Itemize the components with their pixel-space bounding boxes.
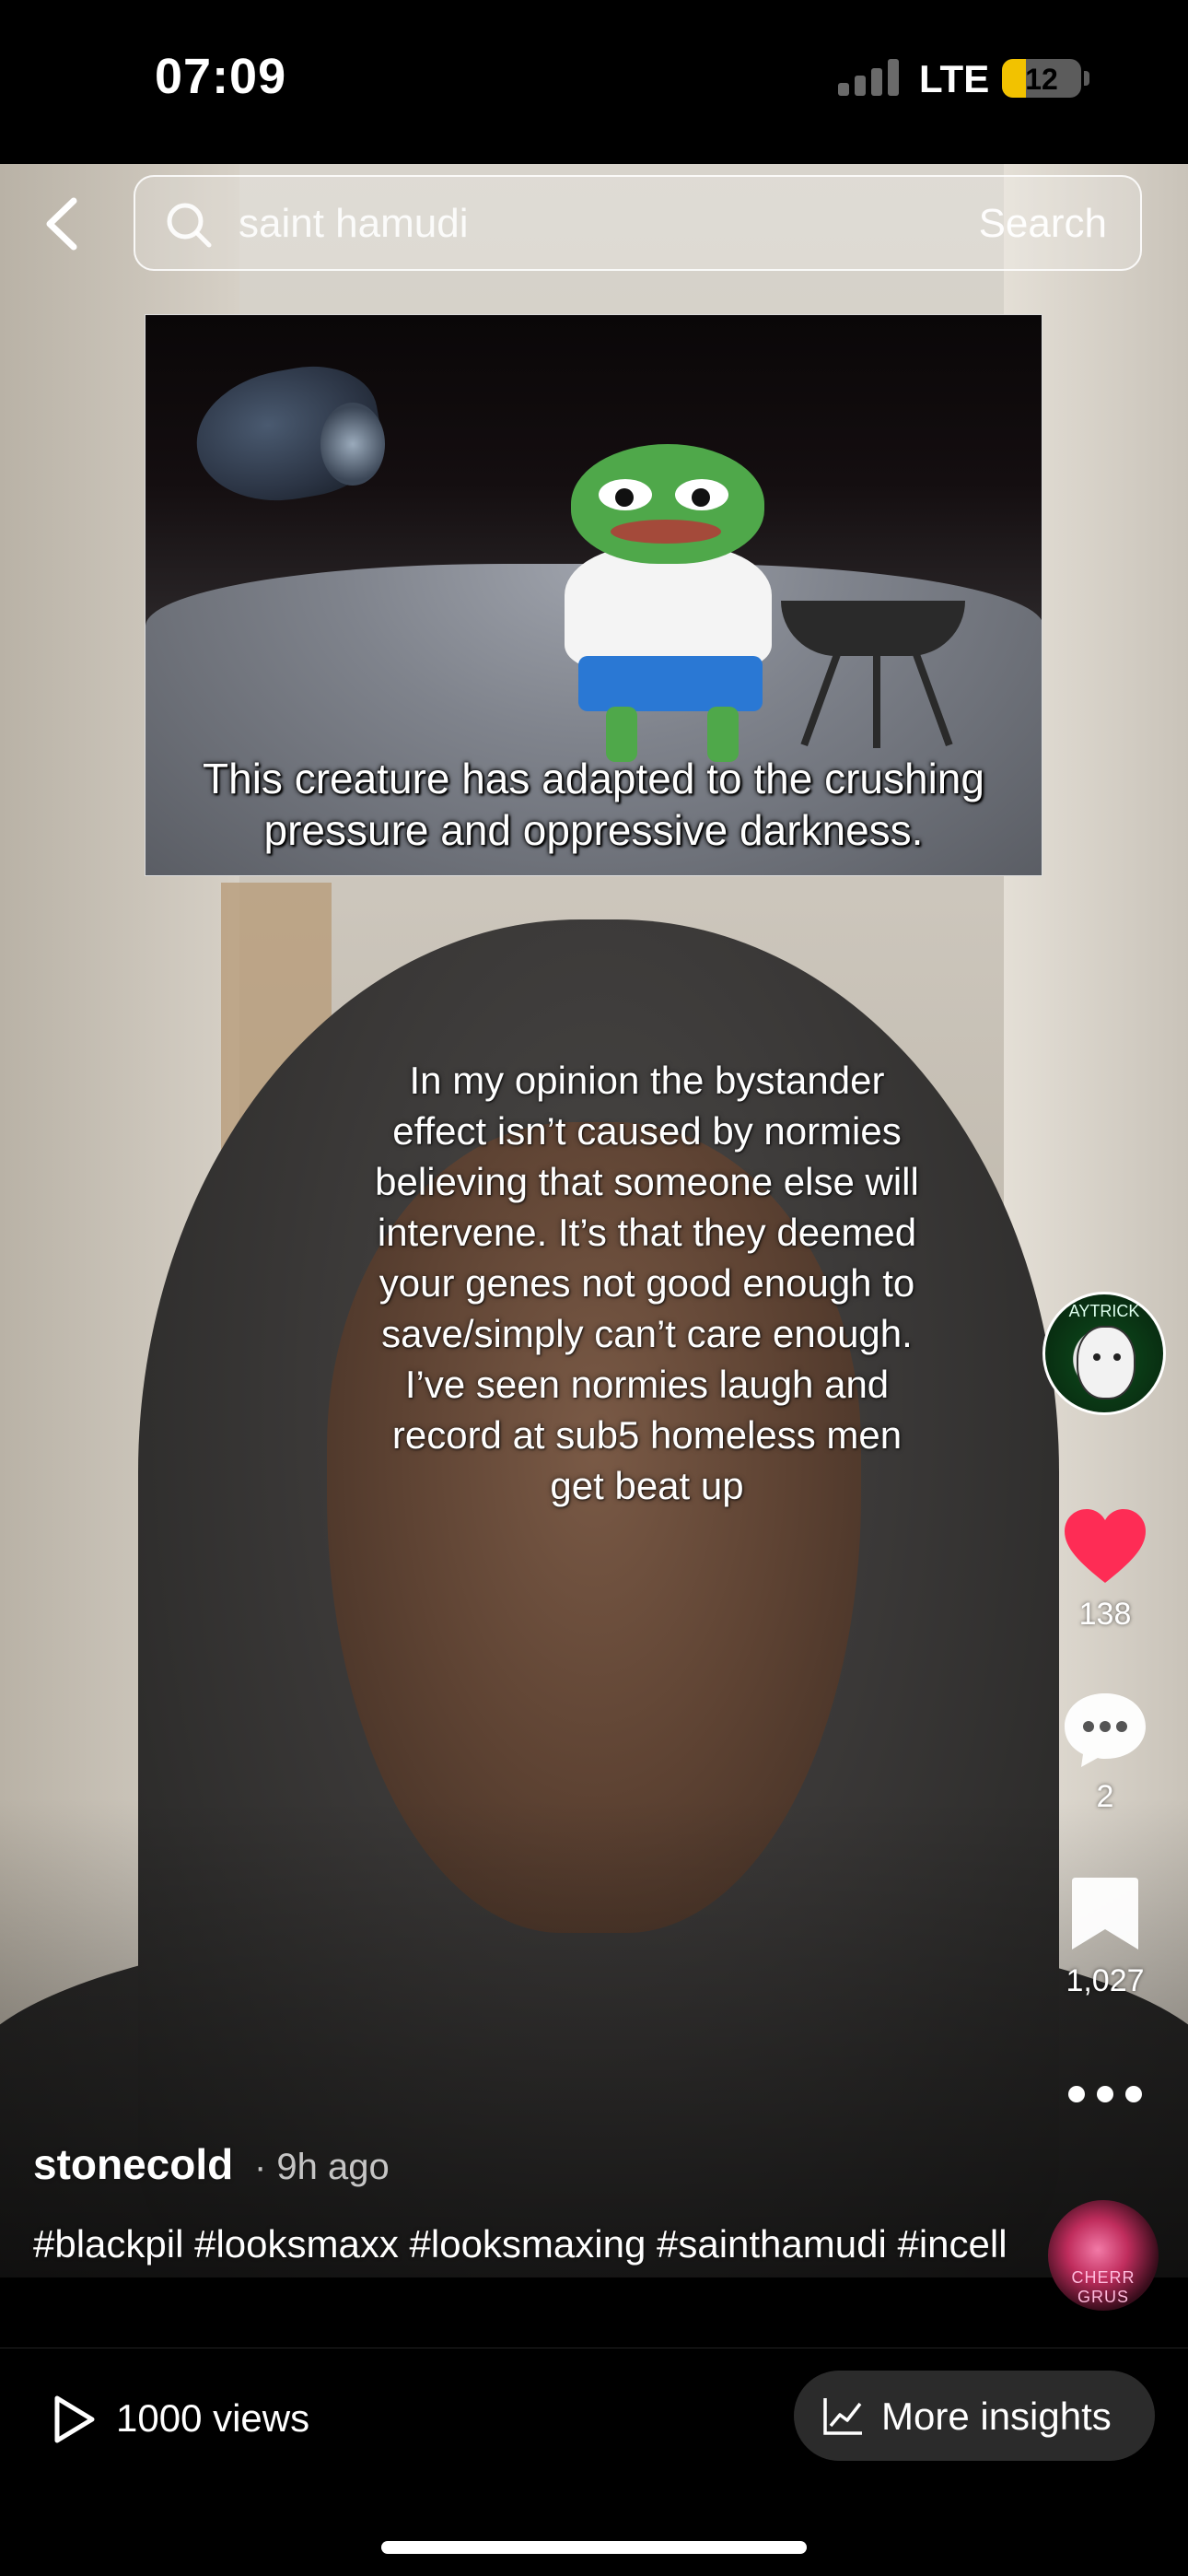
network-type: LTE xyxy=(919,57,990,100)
avatar-tag: AYTRICK xyxy=(1068,1302,1140,1320)
post-time: · 9h ago xyxy=(254,2147,390,2187)
meme-frog-lip xyxy=(611,520,721,544)
comment-bubble-icon xyxy=(1065,1693,1146,1767)
creator-avatar[interactable]: AYTRICK xyxy=(1042,1292,1166,1415)
like-count: 138 xyxy=(1078,1597,1132,1632)
more-insights-label: More insights xyxy=(881,2395,1112,2438)
meme-frog-head xyxy=(571,444,764,564)
search-input[interactable]: saint hamudi xyxy=(239,201,468,247)
meme-caption: This creature has adapted to the crushin… xyxy=(203,755,984,854)
more-insights-button[interactable]: More insights xyxy=(794,2371,1155,2461)
comment-count: 2 xyxy=(1096,1779,1114,1814)
like-button[interactable]: 138 xyxy=(1041,1507,1170,1633)
back-button[interactable] xyxy=(39,193,85,254)
cellular-signal-icon xyxy=(838,59,899,96)
more-dots-icon[interactable] xyxy=(1068,2080,1142,2108)
music-disc-text: CHERR GRUS xyxy=(1071,2268,1136,2306)
search-bar[interactable]: saint hamudi Search xyxy=(134,175,1142,271)
video-overlay-text: In my opinion the bystander effect isn’t… xyxy=(375,1059,919,1507)
chevron-left-icon xyxy=(46,197,77,251)
meme-frog-eye xyxy=(599,479,652,510)
battery-tip xyxy=(1084,71,1089,86)
search-button[interactable]: Search xyxy=(979,201,1107,247)
meme-image: This creature has adapted to the crushin… xyxy=(145,314,1042,876)
status-bar: 07:09 LTE 12 xyxy=(0,0,1188,164)
bookmark-icon xyxy=(1072,1878,1138,1950)
avatar-face xyxy=(1077,1326,1136,1399)
heart-icon xyxy=(1065,1509,1146,1583)
save-button[interactable]: 1,027 xyxy=(1041,1874,1170,1999)
line-chart-icon xyxy=(823,2398,862,2435)
comment-button[interactable]: 2 xyxy=(1041,1690,1170,1815)
battery-level: 12 xyxy=(1025,63,1058,96)
battery-icon: 12 xyxy=(1002,59,1081,98)
play-icon xyxy=(54,2395,95,2443)
music-disc[interactable]: CHERR GRUS xyxy=(1048,2200,1159,2311)
meme-frog-shirt xyxy=(565,545,772,670)
meme-frog-eye xyxy=(675,479,728,510)
hashtags[interactable]: #blackpil #looksmaxx #looksmaxing #saint… xyxy=(33,2220,1009,2267)
search-icon xyxy=(167,203,212,248)
views-count: 1000 views xyxy=(116,2396,310,2440)
meme-submersible-window xyxy=(320,403,385,486)
meme-grill-leg xyxy=(873,647,880,748)
bottom-gradient xyxy=(0,1798,1188,2277)
save-count: 1,027 xyxy=(1066,1963,1145,1998)
home-indicator[interactable] xyxy=(381,2541,807,2554)
status-time: 07:09 xyxy=(155,49,287,104)
meme-frog-shorts xyxy=(578,656,763,711)
username[interactable]: stonecold xyxy=(33,2139,233,2189)
